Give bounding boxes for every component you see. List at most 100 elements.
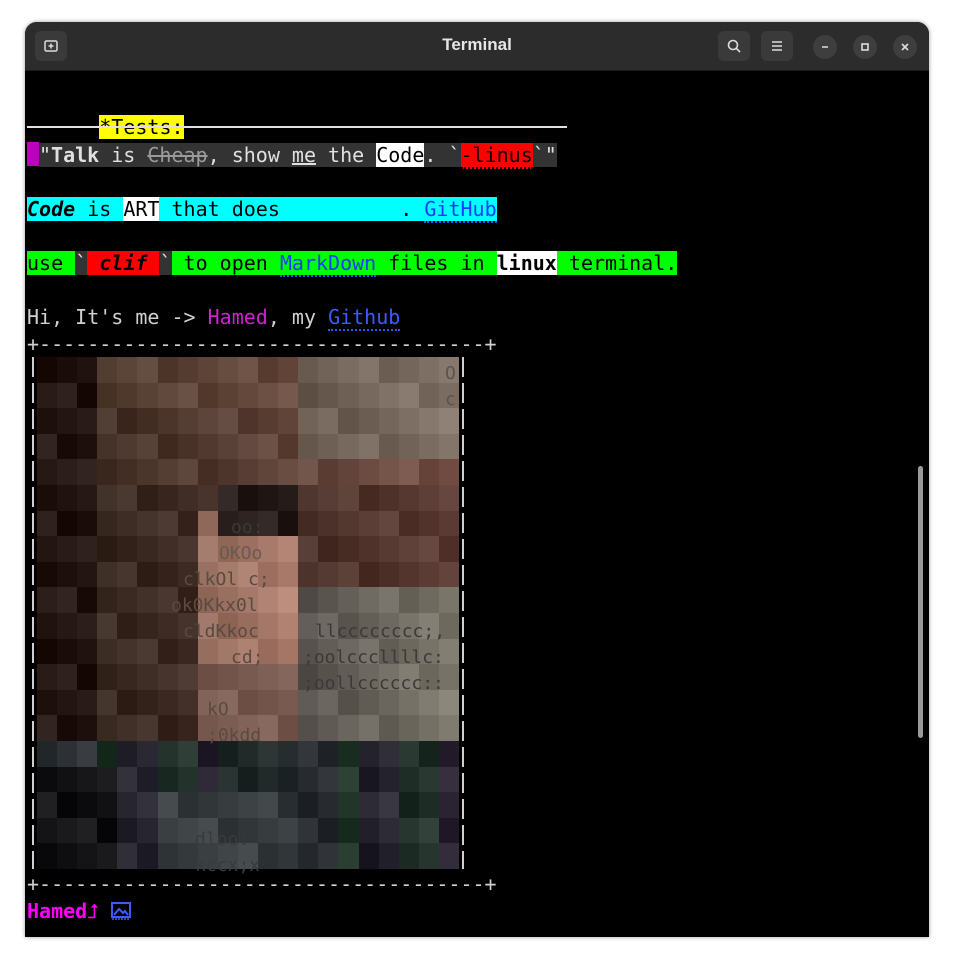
- art-pixel: [438, 843, 459, 869]
- art-pixel: [37, 741, 58, 767]
- art-pixel: [97, 664, 118, 690]
- scrollbar[interactable]: [918, 466, 923, 738]
- art-pixel: [438, 510, 459, 537]
- art-border-bottom: +-------------------------------------+: [27, 872, 497, 896]
- menu-button[interactable]: [761, 31, 793, 61]
- art-pixel: [157, 485, 178, 511]
- art-pixel: [97, 408, 118, 434]
- code-word: Code: [27, 197, 76, 221]
- quote-open: ": [39, 143, 52, 167]
- maximize-button[interactable]: [853, 35, 877, 59]
- art-pixel: [358, 357, 379, 383]
- art-pixel: [117, 408, 138, 434]
- art-pixel: [197, 357, 218, 383]
- art-pixel: [97, 689, 118, 716]
- quote-line: "Talk is Cheap, show me the Code. `-linu…: [27, 142, 557, 169]
- art-pixel: [338, 408, 359, 434]
- art-pixel: [358, 510, 379, 537]
- art-pixel: [278, 817, 299, 844]
- close-icon: [901, 43, 909, 51]
- art-pixel: [237, 459, 259, 485]
- art-pixel: [298, 792, 319, 818]
- art-pixel: [117, 433, 138, 460]
- art-pixel: [418, 382, 439, 409]
- art-text-r13b: ;oollcccccc::: [303, 673, 444, 694]
- art-pixel: [278, 664, 299, 690]
- art-pixel: [37, 408, 58, 434]
- hi-line: Hi, It's me -> Hamed, my Github: [27, 304, 401, 331]
- art-pixel: [237, 357, 259, 383]
- art-pixel: [77, 536, 98, 562]
- minimize-icon: [822, 46, 828, 48]
- quote-code: Code: [376, 143, 425, 167]
- art-pixel: [157, 715, 178, 741]
- art-pixel: [37, 433, 58, 460]
- art-pixel: [217, 485, 238, 511]
- art-pixel: [438, 587, 459, 613]
- use-word: use: [27, 251, 76, 275]
- art-pixel: [37, 792, 58, 818]
- art-pixel: [197, 536, 218, 562]
- art-pixel: [157, 766, 178, 793]
- art-pixel: [57, 843, 78, 869]
- art-pixel: [97, 459, 118, 485]
- art-pixel: [438, 715, 459, 741]
- art-pixel: [258, 766, 279, 793]
- art-pixel: [298, 587, 319, 613]
- markdown-link[interactable]: MarkDown: [279, 251, 377, 277]
- art-pixel: [338, 817, 359, 844]
- window-title: Terminal: [442, 35, 512, 54]
- art-pixel: [137, 817, 158, 844]
- art-pixel: [37, 536, 58, 562]
- art-pixel: [177, 664, 198, 690]
- art-pixel: [177, 433, 198, 460]
- art-pixel: [57, 485, 78, 511]
- clif-code: clif: [87, 251, 160, 275]
- art-pixel: [77, 510, 98, 537]
- art-pixel: [237, 433, 259, 460]
- art-pixel: [217, 408, 238, 434]
- art-text-r11: cldKkoc: [183, 621, 259, 642]
- github-link-2[interactable]: Github: [328, 305, 401, 331]
- art-pixel: [57, 664, 78, 690]
- art-pixel: [378, 817, 399, 844]
- terminal-content[interactable]: *Tests: "Talk is Cheap, show me the Code…: [25, 71, 929, 937]
- art-pixel: [57, 587, 78, 613]
- art-text-r2: c: [445, 389, 456, 410]
- art-pixel: [177, 408, 198, 434]
- art-pixel: [338, 587, 359, 613]
- art-pixel: [237, 766, 259, 793]
- minimize-button[interactable]: [813, 35, 837, 59]
- art-pixel: [177, 741, 198, 767]
- prompt-line: Hamed⮥: [27, 898, 132, 926]
- art-pixel: [418, 459, 439, 485]
- art-pixel: [57, 817, 78, 844]
- art-pixel: [378, 561, 399, 588]
- art-pixel: [97, 766, 118, 793]
- hamburger-icon: [772, 41, 782, 51]
- art-pixel: [57, 689, 78, 716]
- art-pixel: [278, 741, 299, 767]
- image-icon[interactable]: [111, 900, 132, 926]
- art-pixel: [37, 561, 58, 588]
- art-pixel: [438, 485, 459, 511]
- close-button[interactable]: [893, 35, 917, 59]
- art-pixel: [438, 433, 459, 460]
- art-pixel: [57, 433, 78, 460]
- art-pixel: [258, 357, 279, 383]
- art-pixel: [418, 510, 439, 537]
- art-pixel: [57, 357, 78, 383]
- art-pixel: [298, 485, 319, 511]
- art-pixel: [57, 741, 78, 767]
- search-button[interactable]: [718, 31, 750, 61]
- art-text-r10: ok0Kkx0l: [171, 595, 258, 616]
- art-pixel: [298, 459, 319, 485]
- art-pixel: [57, 613, 78, 639]
- github-link-1[interactable]: GitHub: [424, 197, 497, 223]
- art-pixel: [398, 382, 419, 409]
- art-pixel: [177, 766, 198, 793]
- art-pixel: [438, 741, 459, 767]
- art-pixel: [438, 766, 459, 793]
- art-pixel: [137, 741, 158, 767]
- art-pixel: [57, 459, 78, 485]
